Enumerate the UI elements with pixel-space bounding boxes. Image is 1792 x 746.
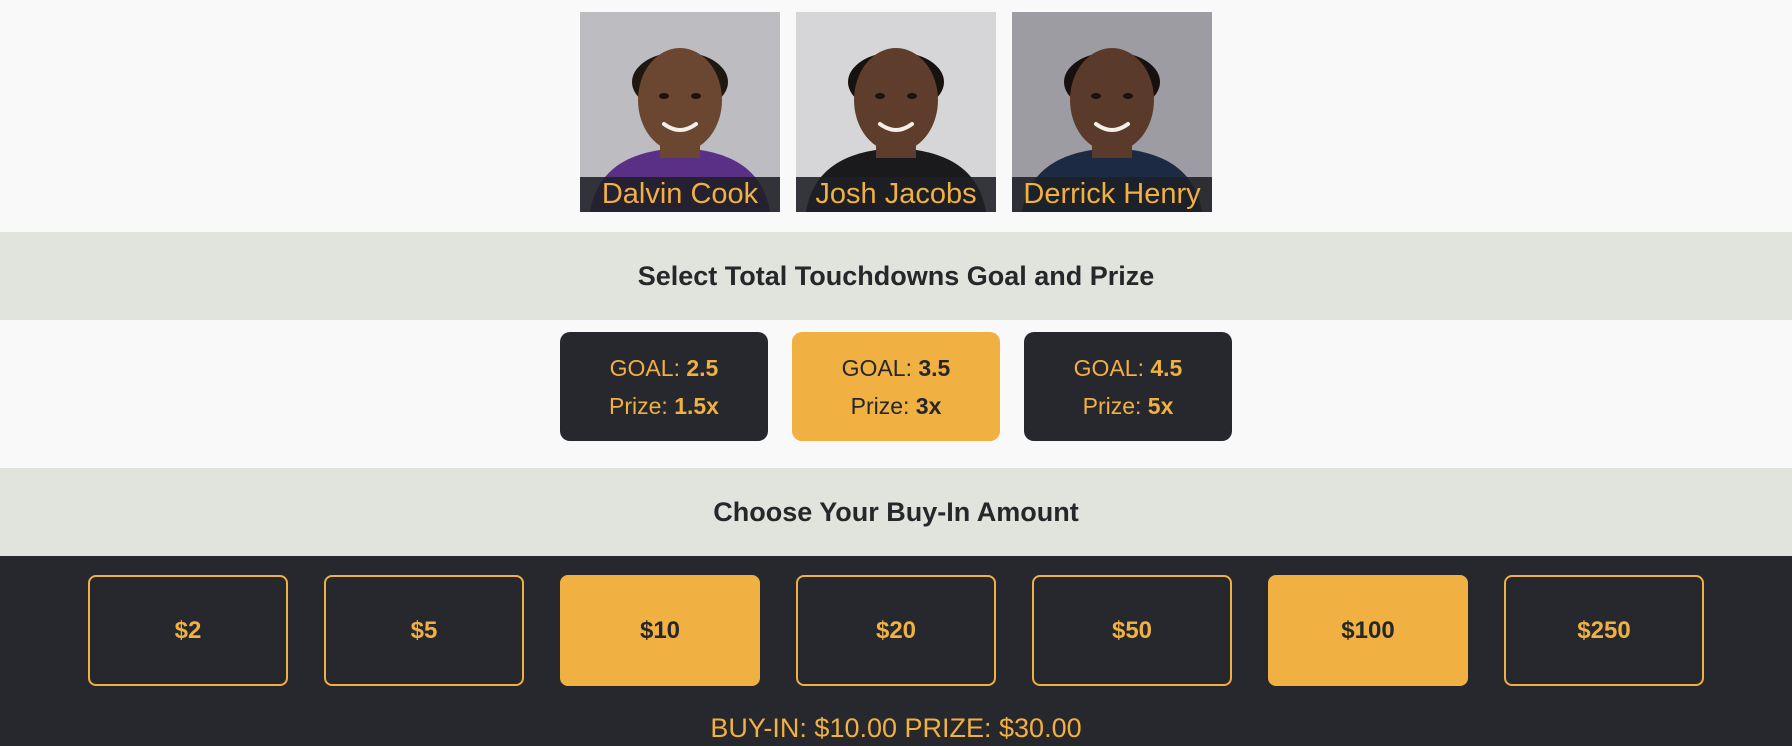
goal-line: GOAL: 3.5 <box>842 349 951 387</box>
player-card-dalvin-cook[interactable]: Dalvin Cook <box>580 12 780 212</box>
buyin-20-button[interactable]: $20 <box>796 575 996 686</box>
goal-value: 4.5 <box>1150 354 1183 381</box>
buyin-10-button[interactable]: $10 <box>560 575 760 686</box>
prize-label: Prize: <box>1082 392 1142 419</box>
prize-value: 1.5x <box>674 392 719 419</box>
goal-label: GOAL: <box>841 354 912 381</box>
portrait-eye-left <box>875 93 885 99</box>
buyin-5-button[interactable]: $5 <box>324 575 524 686</box>
goal-line: GOAL: 2.5 <box>610 349 719 387</box>
prize-label: Prize: <box>609 392 668 419</box>
portrait-eye-left <box>1091 93 1101 99</box>
buyin-panel: $2 $5 $10 $20 $50 $100 $250 BUY-IN: $10.… <box>0 556 1792 746</box>
goal-section-title: Select Total Touchdowns Goal and Prize <box>637 260 1155 291</box>
buyin-section-title: Choose Your Buy-In Amount <box>713 496 1079 527</box>
player-card-derrick-henry[interactable]: Derrick Henry <box>1012 12 1212 212</box>
buyin-2-button[interactable]: $2 <box>88 575 288 686</box>
buyin-prize-summary: BUY-IN: $10.00 PRIZE: $30.00 <box>710 713 1082 743</box>
goal-option-3-5[interactable]: GOAL: 3.5 Prize: 3x <box>792 332 1000 441</box>
prize-line: Prize: 3x <box>851 387 942 425</box>
goal-value: 3.5 <box>918 354 951 381</box>
portrait-face <box>854 48 938 152</box>
buyin-section-header: Choose Your Buy-In Amount <box>0 468 1792 556</box>
portrait-face <box>638 48 722 152</box>
goal-option-4-5[interactable]: GOAL: 4.5 Prize: 5x <box>1024 332 1232 441</box>
prize-line: Prize: 5x <box>1083 387 1174 425</box>
goal-label: GOAL: <box>1073 354 1144 381</box>
portrait-eye-right <box>1123 93 1133 99</box>
prize-line: Prize: 1.5x <box>609 387 719 425</box>
portrait-eye-right <box>907 93 917 99</box>
prize-value: 5x <box>1147 392 1174 419</box>
portrait-eye-right <box>691 93 701 99</box>
player-name: Derrick Henry <box>1012 177 1212 212</box>
goal-value: 2.5 <box>686 354 719 381</box>
buyin-250-button[interactable]: $250 <box>1504 575 1704 686</box>
goal-label: GOAL: <box>609 354 680 381</box>
prize-value: 3x <box>915 392 942 419</box>
prize-label: Prize: <box>850 392 910 419</box>
goal-options: GOAL: 2.5 Prize: 1.5x GOAL: 3.5 Prize: 3… <box>560 332 1232 441</box>
player-list: Dalvin Cook Josh Jacobs Derrick Henry <box>580 12 1212 212</box>
player-card-josh-jacobs[interactable]: Josh Jacobs <box>796 12 996 212</box>
player-name: Dalvin Cook <box>580 177 780 212</box>
buyin-amount-options: $2 $5 $10 $20 $50 $100 $250 <box>88 575 1704 686</box>
buyin-50-button[interactable]: $50 <box>1032 575 1232 686</box>
goal-section-header: Select Total Touchdowns Goal and Prize <box>0 232 1792 320</box>
portrait-face <box>1070 48 1154 152</box>
player-name: Josh Jacobs <box>796 177 996 212</box>
portrait-eye-left <box>659 93 669 99</box>
buyin-100-button[interactable]: $100 <box>1268 575 1468 686</box>
goal-line: GOAL: 4.5 <box>1074 349 1183 387</box>
goal-option-2-5[interactable]: GOAL: 2.5 Prize: 1.5x <box>560 332 768 441</box>
